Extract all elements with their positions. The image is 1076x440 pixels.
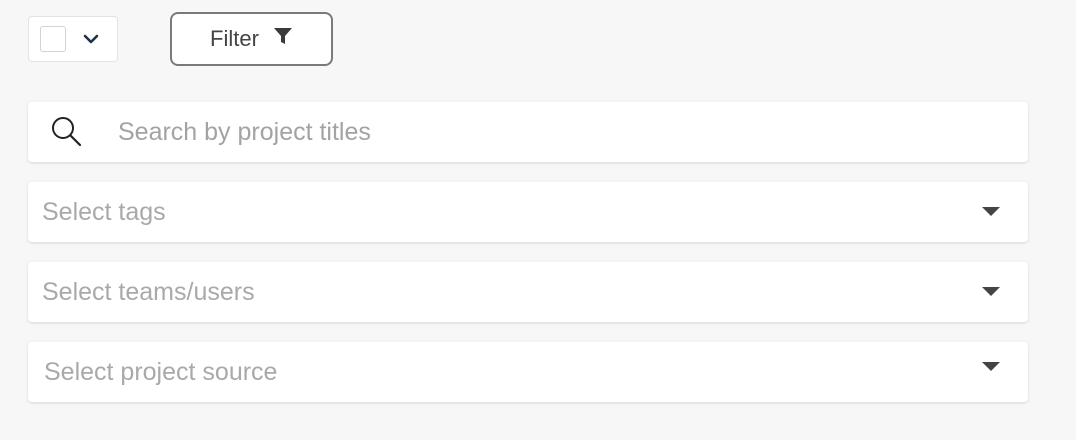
select-all-checkbox[interactable] bbox=[40, 26, 66, 52]
caret-down-icon[interactable] bbox=[982, 207, 1000, 217]
tags-dropdown-placeholder: Select tags bbox=[42, 197, 166, 226]
caret-down-icon[interactable] bbox=[982, 287, 1000, 297]
chevron-down-icon[interactable] bbox=[83, 34, 99, 45]
teams-users-dropdown[interactable]: Select teams/users bbox=[28, 262, 1028, 322]
select-all-dropdown[interactable] bbox=[28, 16, 118, 62]
filter-button-label: Filter bbox=[210, 26, 259, 51]
filter-button[interactable]: Filter bbox=[170, 12, 333, 66]
tags-dropdown[interactable]: Select tags bbox=[28, 182, 1028, 242]
search-input[interactable] bbox=[116, 116, 1000, 148]
filter-icon bbox=[273, 26, 293, 52]
search-bar bbox=[28, 102, 1028, 162]
project-source-dropdown[interactable]: Select project source bbox=[28, 342, 1028, 402]
project-filters-panel: Filter Select tags Select teams/users Se… bbox=[0, 0, 1076, 440]
teams-users-dropdown-placeholder: Select teams/users bbox=[42, 277, 255, 306]
project-source-dropdown-placeholder: Select project source bbox=[44, 357, 278, 386]
search-icon bbox=[50, 115, 110, 149]
caret-down-icon[interactable] bbox=[982, 362, 1000, 372]
